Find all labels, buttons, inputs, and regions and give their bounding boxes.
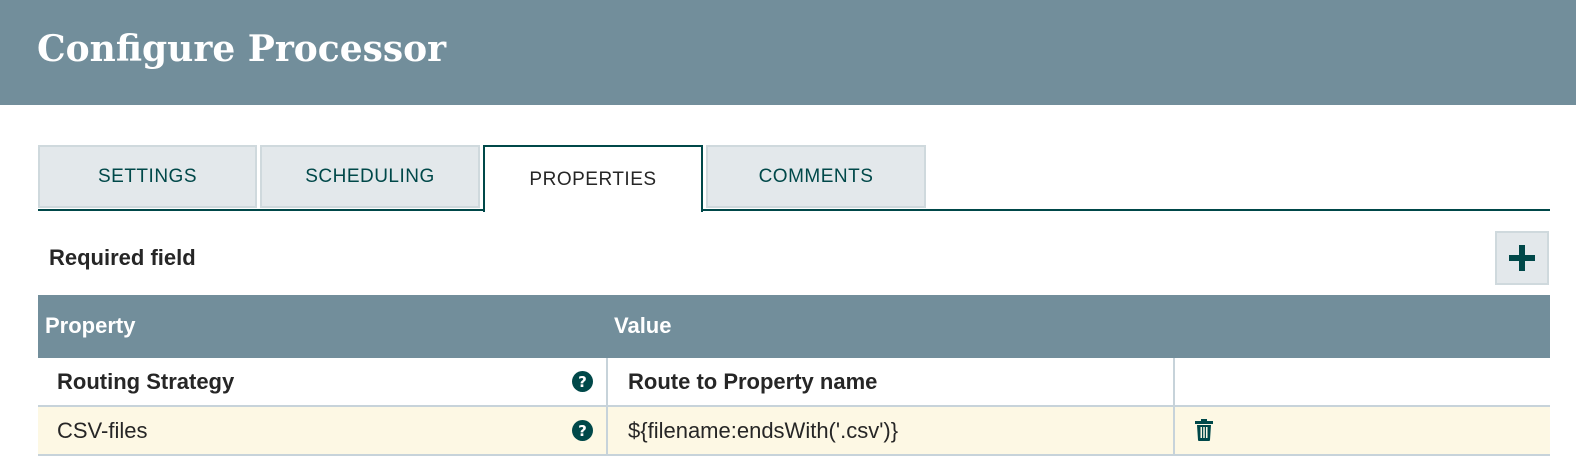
plus-icon (1509, 245, 1535, 271)
table-row[interactable]: CSV-files ? ${filename:endsWith('.csv')} (38, 407, 1550, 456)
property-value[interactable]: Route to Property name (628, 358, 877, 405)
tab-underline (38, 209, 1550, 211)
properties-table: Property Value Routing Strategy ? Route … (38, 295, 1550, 456)
trash-icon[interactable] (1195, 419, 1213, 441)
question-icon[interactable]: ? (572, 371, 593, 392)
property-name: CSV-files (57, 417, 148, 443)
table-header: Property Value (38, 295, 1550, 358)
tab-properties[interactable]: PROPERTIES (483, 145, 703, 212)
column-divider (606, 407, 608, 454)
column-divider (606, 358, 608, 405)
property-name: Routing Strategy (57, 368, 235, 394)
add-property-button[interactable] (1495, 231, 1549, 285)
tab-comments[interactable]: COMMENTS (706, 145, 926, 208)
column-header-value: Value (614, 313, 672, 338)
question-icon[interactable]: ? (572, 420, 593, 441)
tab-scheduling[interactable]: SCHEDULING (260, 145, 480, 208)
dialog-title: Configure Processor (37, 28, 447, 70)
property-value[interactable]: ${filename:endsWith('.csv')} (628, 407, 898, 454)
column-header-property: Property (45, 313, 136, 338)
tab-settings[interactable]: SETTINGS (38, 145, 257, 208)
required-field-label: Required field (49, 245, 196, 270)
table-row[interactable]: Routing Strategy ? Route to Property nam… (38, 358, 1550, 407)
dialog-header: Configure Processor (0, 0, 1576, 105)
column-divider (1173, 407, 1175, 454)
column-divider (1173, 358, 1175, 405)
